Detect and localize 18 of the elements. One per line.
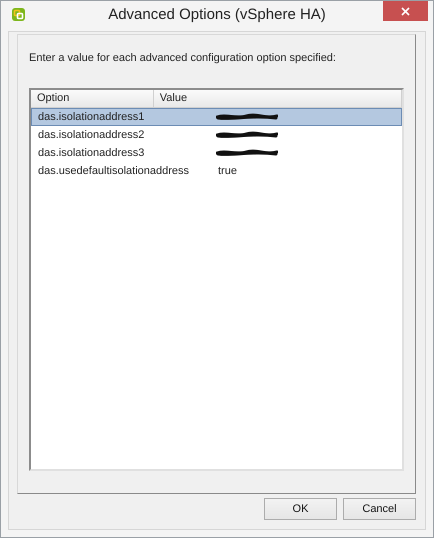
close-button[interactable] — [383, 1, 428, 21]
option-name: das.usedefaultisolationaddress — [37, 165, 190, 177]
window-title: Advanced Options (vSphere HA) — [108, 5, 326, 23]
table-row[interactable]: das.isolationaddress2 — [31, 126, 402, 144]
column-header[interactable]: Value — [154, 90, 402, 107]
close-icon — [401, 6, 410, 16]
option-value: true — [217, 165, 238, 177]
table-row[interactable]: das.isolationaddress3 — [31, 144, 402, 162]
table-row[interactable]: das.isolationaddress1 — [31, 108, 402, 126]
column-header[interactable]: Option — [31, 90, 154, 107]
dialog-button[interactable]: OK — [264, 498, 337, 520]
option-name: das.isolationaddress2 — [37, 129, 146, 141]
table-row[interactable]: das.usedefaultisolationaddress true — [31, 162, 402, 180]
app-logo-icon — [11, 7, 26, 22]
option-name: das.isolationaddress3 — [37, 147, 146, 159]
option-name: das.isolationaddress1 — [37, 111, 146, 123]
instruction-text: Enter a value for each advanced configuration option specified: — [29, 52, 337, 64]
dialog-button[interactable]: Cancel — [343, 498, 416, 520]
